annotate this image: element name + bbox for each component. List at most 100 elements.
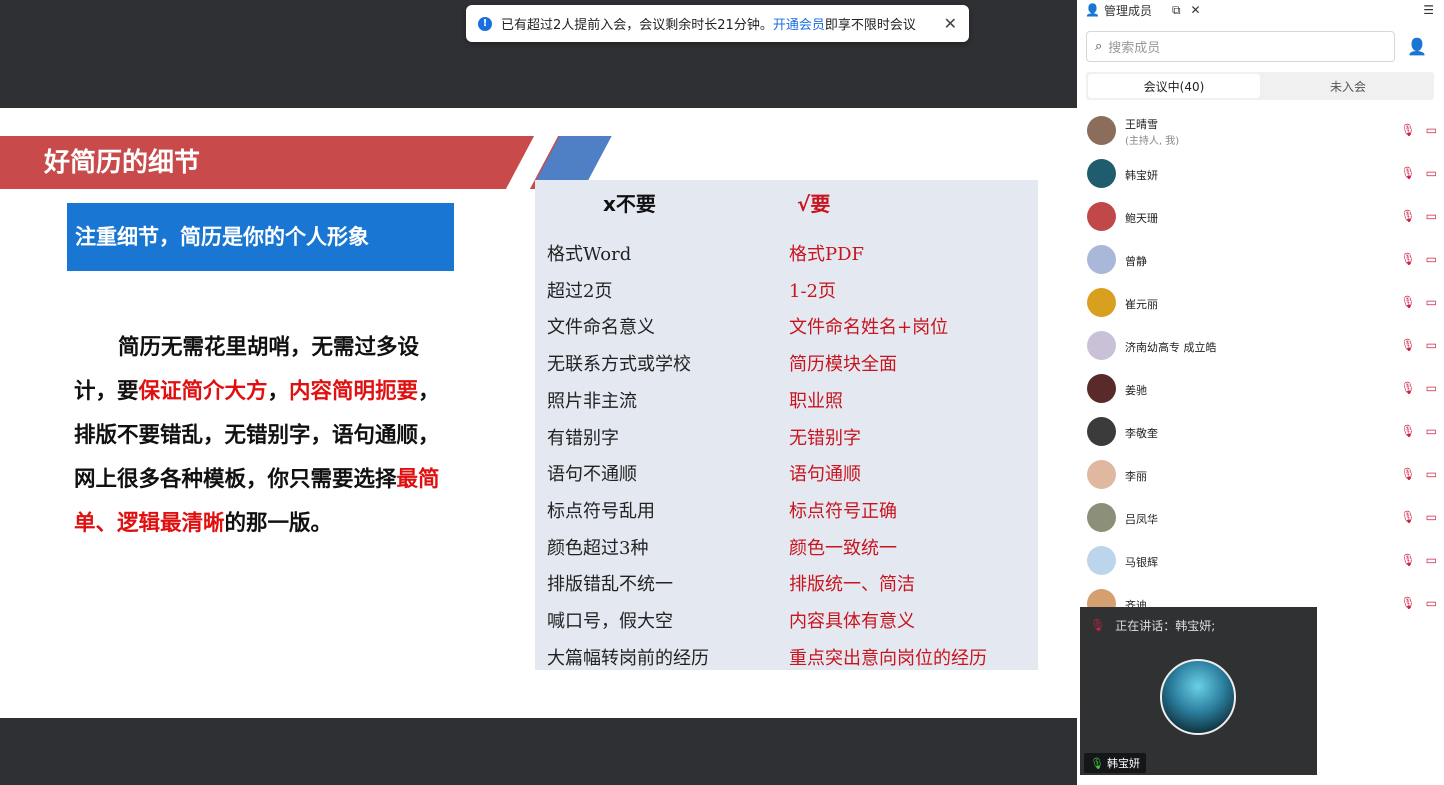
mic-muted-icon[interactable]: 🎙 (1400, 424, 1415, 438)
body-highlight-2: 内容简明扼要 (289, 379, 419, 404)
meeting-notice: ! 已有超过2人提前入会，会议剩余时长21分钟。 开通会员 即享不限时会议 ✕ (466, 5, 969, 42)
member-row[interactable]: 济南幼高专 成立皓 🎙 ▭ (1087, 325, 1437, 365)
table-cell-bad: 颜色超过3种 (547, 537, 649, 559)
camera-off-icon[interactable]: ▭ (1426, 166, 1437, 180)
add-member-icon[interactable]: 👤 (1404, 33, 1430, 59)
member-controls: 🎙 ▭ (1400, 252, 1437, 266)
table-cell-good: 职业照 (789, 390, 843, 412)
avatar (1087, 115, 1116, 145)
member-name: 济南幼高专 成立皓 (1125, 340, 1217, 354)
avatar (1087, 201, 1116, 231)
member-controls: 🎙 ▭ (1400, 295, 1437, 309)
mic-muted-icon[interactable]: 🎙 (1400, 596, 1415, 610)
table-cell-bad: 排版错乱不统一 (547, 574, 673, 596)
table-cell-good: 内容具体有意义 (789, 611, 915, 632)
speaker-name: 韩宝妍; (1175, 618, 1216, 633)
member-name: 曾静 (1125, 254, 1147, 268)
camera-off-icon[interactable]: ▭ (1426, 596, 1437, 610)
popout-icon[interactable]: ⧉ (1172, 3, 1181, 18)
member-info: 崔元丽 (1125, 293, 1158, 312)
shared-slide: 好简历的细节 注重细节，简历是你的个人形象 简历无需花里胡哨，无需过多设计，要保… (0, 108, 1077, 718)
menu-icon[interactable]: ☰ (1423, 3, 1434, 17)
avatar (1087, 244, 1116, 274)
member-row[interactable]: 崔元丽 🎙 ▭ (1087, 282, 1437, 322)
member-info: 王晴雪 (主持人, 我) (1125, 113, 1179, 147)
body-highlight-1: 保证简介大方 (138, 379, 268, 404)
table-cell-bad: 大篇幅转岗前的经历 (547, 647, 709, 669)
member-name: 韩宝妍 (1125, 168, 1158, 182)
member-info: 济南幼高专 成立皓 (1125, 336, 1217, 355)
member-info: 李敬奎 (1125, 422, 1158, 441)
avatar (1087, 502, 1116, 532)
member-info: 马银辉 (1125, 551, 1158, 570)
table-cell-bad: 照片非主流 (547, 390, 637, 412)
avatar (1087, 287, 1116, 317)
camera-off-icon[interactable]: ▭ (1426, 209, 1437, 223)
close-panel-icon[interactable]: ✕ (1191, 3, 1201, 17)
slide-title: 好简历的细节 (44, 148, 201, 178)
member-info: 姜驰 (1125, 379, 1147, 398)
camera-off-icon[interactable]: ▭ (1426, 252, 1437, 266)
mic-muted-icon[interactable]: 🎙 (1400, 467, 1415, 481)
member-name: 李丽 (1125, 469, 1147, 483)
upgrade-link[interactable]: 开通会员 (773, 14, 825, 33)
member-info: 李丽 (1125, 465, 1147, 484)
table-cell-good: 排版统一、简洁 (789, 574, 915, 596)
mic-muted-icon[interactable]: 🎙 (1400, 252, 1415, 266)
table-cell-bad: 喊口号，假大空 (547, 611, 673, 632)
member-row[interactable]: 王晴雪 (主持人, 我) 🎙 ▭ (1087, 110, 1437, 150)
table-cell-good: 标点符号正确 (789, 500, 897, 522)
mic-muted-icon[interactable]: 🎙 (1400, 510, 1415, 524)
table-header-good: √要 (797, 192, 831, 216)
member-name: 李敬奎 (1125, 426, 1158, 440)
info-icon: ! (478, 16, 492, 31)
member-controls: 🎙 ▭ (1400, 553, 1437, 567)
search-input[interactable]: ⌕ 搜索成员 (1086, 31, 1395, 62)
member-row[interactable]: 韩宝妍 🎙 ▭ (1087, 153, 1437, 193)
table-cell-bad: 有错别字 (547, 427, 619, 449)
mic-muted-icon[interactable]: 🎙 (1400, 381, 1415, 395)
meeting-stage: 好简历的细节 注重细节，简历是你的个人形象 简历无需花里胡哨，无需过多设计，要保… (0, 0, 1077, 785)
slide-subtitle: 注重细节，简历是你的个人形象 (75, 225, 369, 249)
member-row[interactable]: 李敬奎 🎙 ▭ (1087, 411, 1437, 451)
mic-muted-icon[interactable]: 🎙 (1400, 338, 1415, 352)
member-row[interactable]: 姜驰 🎙 ▭ (1087, 368, 1437, 408)
member-row[interactable]: 鲍天珊 🎙 ▭ (1087, 196, 1437, 236)
camera-off-icon[interactable]: ▭ (1426, 467, 1437, 481)
table-cell-good: 无错别字 (789, 427, 861, 449)
camera-off-icon[interactable]: ▭ (1426, 381, 1437, 395)
table-cell-bad: 语句不通顺 (547, 464, 637, 486)
member-name: 鲍天珊 (1125, 211, 1158, 225)
tab-in-meeting[interactable]: 会议中(40) (1088, 74, 1260, 98)
avatar (1087, 545, 1116, 575)
member-row[interactable]: 吕凤华 🎙 ▭ (1087, 497, 1437, 537)
camera-off-icon[interactable]: ▭ (1426, 553, 1437, 567)
member-name: 姜驰 (1125, 383, 1147, 397)
member-row[interactable]: 马银辉 🎙 ▭ (1087, 540, 1437, 580)
mic-muted-icon[interactable]: 🎙 (1400, 123, 1415, 137)
member-row[interactable]: 曾静 🎙 ▭ (1087, 239, 1437, 279)
mic-muted-icon[interactable]: 🎙 (1400, 553, 1415, 567)
table-cell-good: 语句通顺 (789, 464, 861, 486)
panel-title: 管理成员 (1103, 3, 1152, 18)
camera-off-icon[interactable]: ▭ (1426, 123, 1437, 137)
camera-off-icon[interactable]: ▭ (1426, 424, 1437, 438)
camera-off-icon[interactable]: ▭ (1426, 295, 1437, 309)
table-cell-bad: 无联系方式或学校 (547, 354, 691, 376)
table-cell-good: 简历模块全面 (789, 354, 897, 376)
member-info: 吕凤华 (1125, 508, 1158, 527)
member-controls: 🎙 ▭ (1400, 424, 1437, 438)
mic-muted-icon[interactable]: 🎙 (1400, 166, 1415, 180)
body-text-4: 的那一版。 (224, 511, 333, 536)
mic-muted-icon[interactable]: 🎙 (1400, 209, 1415, 223)
close-icon[interactable]: ✕ (944, 14, 957, 33)
camera-off-icon[interactable]: ▭ (1426, 510, 1437, 524)
tab-not-joined[interactable]: 未入会 (1262, 72, 1434, 100)
camera-off-icon[interactable]: ▭ (1426, 338, 1437, 352)
member-row[interactable]: 李丽 🎙 ▭ (1087, 454, 1437, 494)
body-text-2: ， (267, 379, 290, 404)
avatar (1087, 373, 1116, 403)
mic-muted-icon[interactable]: 🎙 (1400, 295, 1415, 309)
member-info: 韩宝妍 (1125, 164, 1158, 183)
member-controls: 🎙 ▭ (1400, 510, 1437, 524)
